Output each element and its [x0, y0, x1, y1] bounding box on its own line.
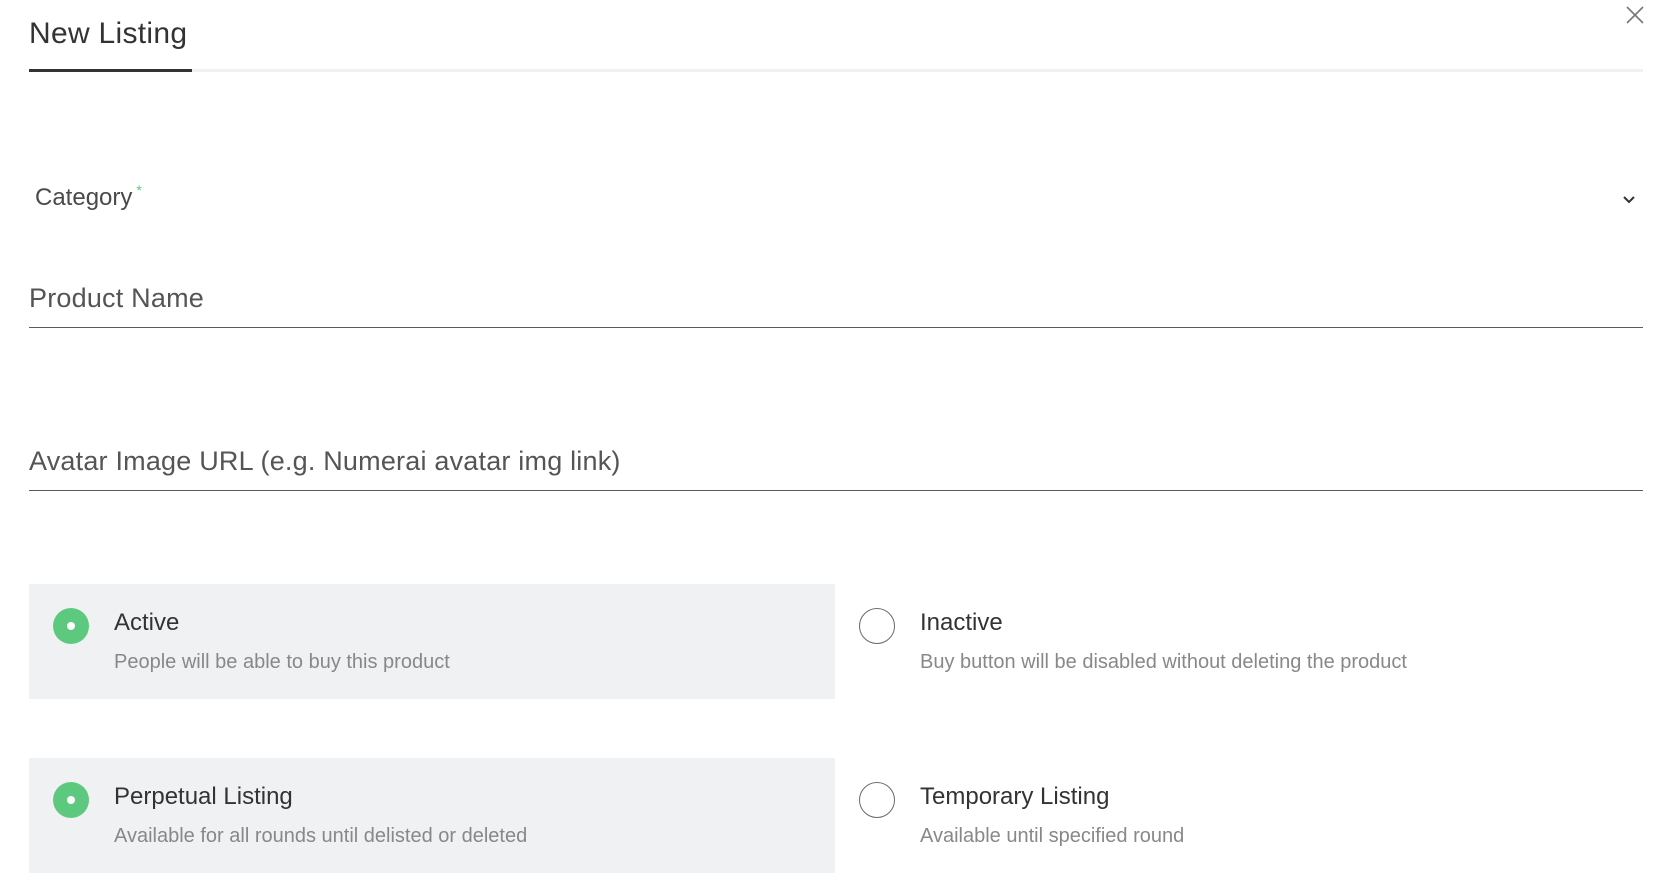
status-radio-group: Active People will be able to buy this p…	[29, 584, 1643, 699]
chevron-down-icon	[1623, 196, 1635, 204]
option-title: Active	[114, 609, 180, 636]
radio-unchecked[interactable]	[859, 782, 895, 818]
category-label: Category *	[35, 182, 142, 211]
option-title: Inactive	[920, 609, 1003, 636]
listing-option-temporary[interactable]: Temporary Listing Available until specif…	[835, 758, 1641, 873]
radio-checked[interactable]	[53, 782, 89, 818]
option-description: People will be able to buy this product	[114, 651, 450, 673]
tab-label: New Listing	[29, 17, 188, 50]
radio-unchecked[interactable]	[859, 608, 895, 644]
tab-bar: New Listing	[29, 0, 1643, 72]
status-option-active[interactable]: Active People will be able to buy this p…	[29, 584, 835, 699]
option-description: Available until specified round	[920, 825, 1185, 847]
option-title: Temporary Listing	[920, 783, 1110, 810]
avatar-url-input[interactable]	[29, 441, 1643, 481]
option-description: Available for all rounds until delisted …	[114, 825, 528, 847]
listing-type-radio-group: Perpetual Listing Available for all roun…	[29, 758, 1643, 873]
avatar-url-field	[29, 431, 1643, 491]
category-select[interactable]: Category *	[29, 170, 1643, 230]
active-tab-indicator	[29, 69, 192, 72]
tab-new-listing[interactable]: New Listing	[29, 17, 187, 72]
status-option-inactive[interactable]: Inactive Buy button will be disabled wit…	[835, 584, 1641, 699]
product-name-field	[29, 268, 1643, 328]
product-name-input[interactable]	[29, 278, 1643, 318]
new-listing-dialog: New Listing Category* Active People will…	[0, 0, 1672, 891]
option-title: Perpetual Listing	[114, 783, 293, 810]
required-mark: *	[136, 182, 142, 198]
listing-option-perpetual[interactable]: Perpetual Listing Available for all roun…	[29, 758, 835, 873]
option-description: Buy button will be disabled without dele…	[920, 651, 1407, 673]
radio-checked[interactable]	[53, 608, 89, 644]
